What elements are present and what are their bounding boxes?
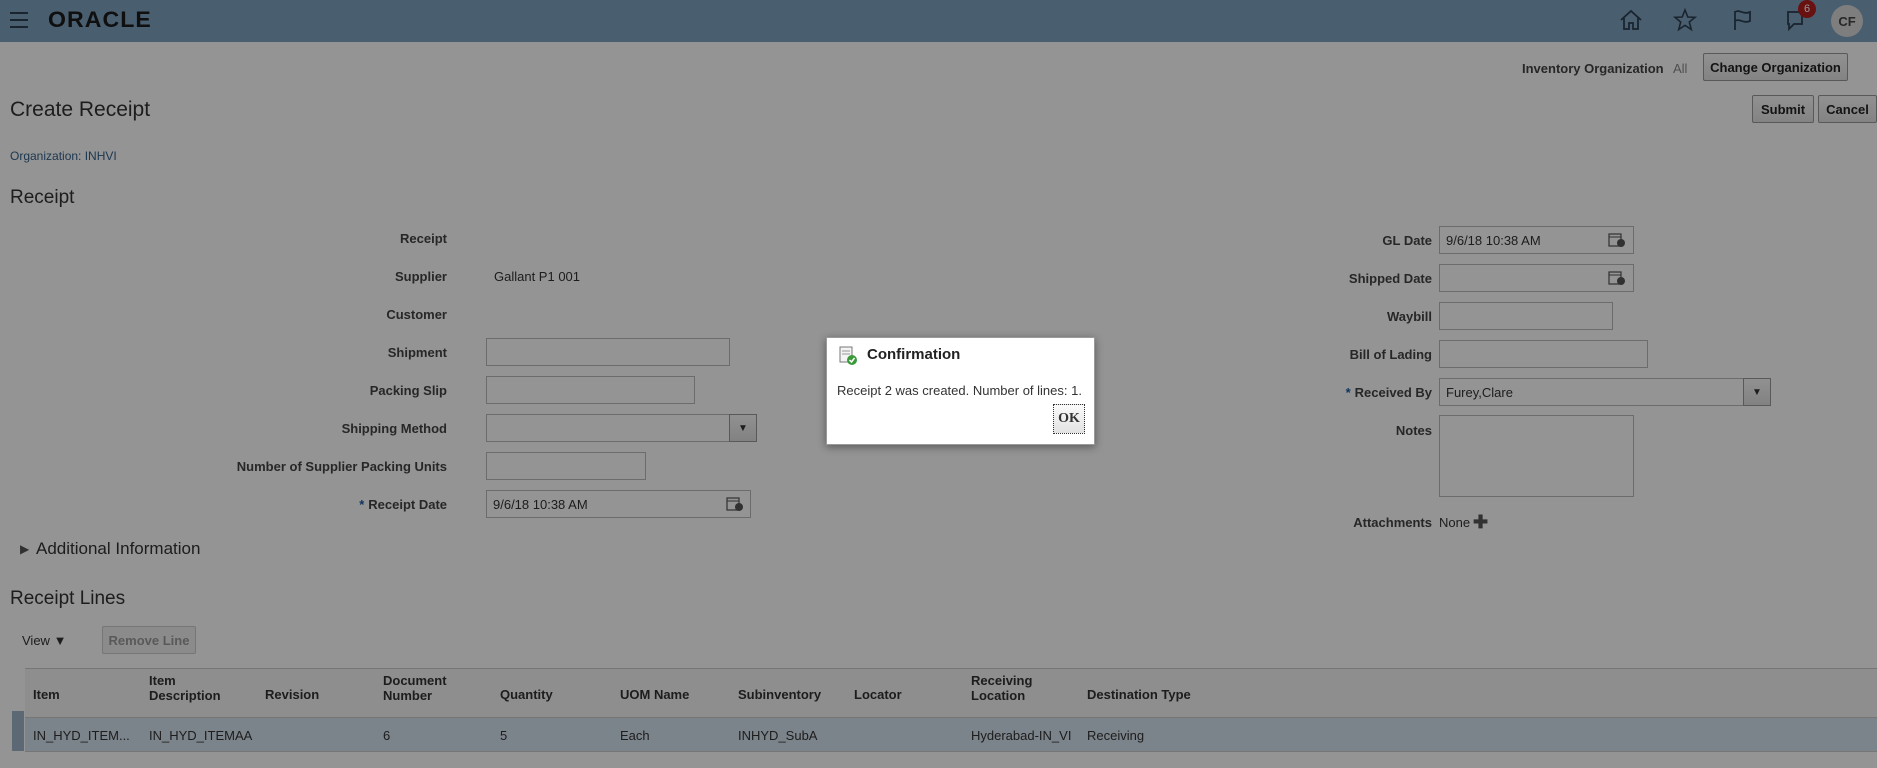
dialog-message: Receipt 2 was created. Number of lines: …	[837, 383, 1082, 398]
ok-button[interactable]: OK	[1053, 404, 1085, 434]
confirmation-document-icon	[839, 346, 857, 365]
confirmation-dialog: Confirmation Receipt 2 was created. Numb…	[826, 337, 1095, 445]
dialog-title: Confirmation	[867, 346, 961, 363]
